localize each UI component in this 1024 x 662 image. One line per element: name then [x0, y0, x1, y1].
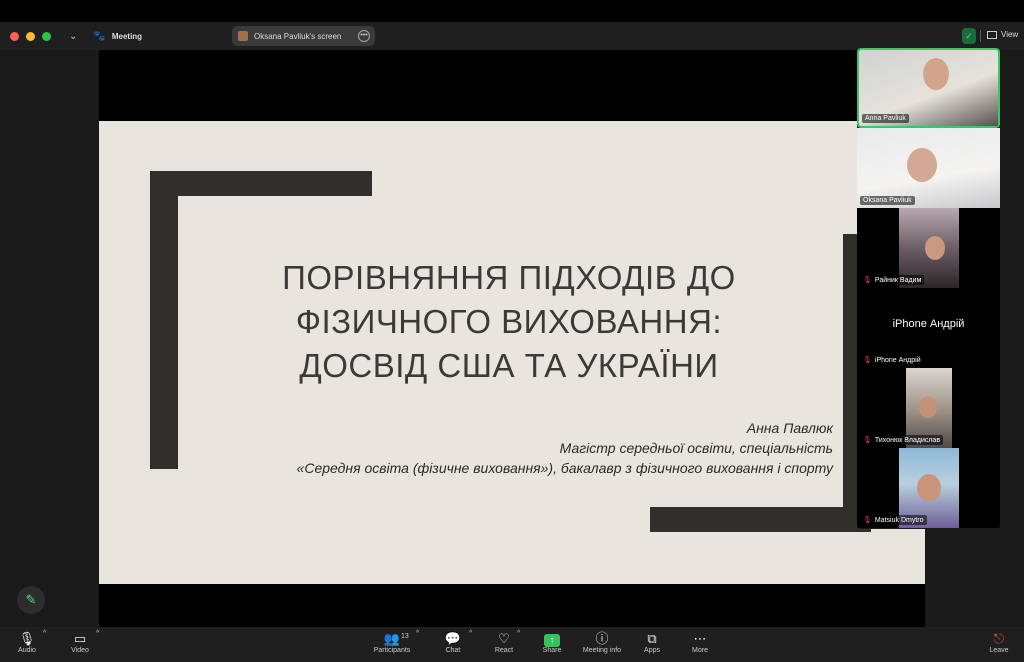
microphone-muted-icon: 🎙	[863, 357, 872, 364]
slide-author-block: Анна Павлюк Магістр середньої освіти, сп…	[297, 418, 833, 478]
react-options-caret[interactable]: ^	[517, 630, 520, 637]
view-label: View	[1001, 30, 1019, 39]
divider	[980, 30, 981, 42]
meeting-info-button[interactable]: ⓘ Meeting info	[578, 630, 626, 654]
leave-icon: ⎋	[993, 631, 1005, 646]
participant-name: Oksana Pavliuk	[863, 197, 912, 204]
close-window-button[interactable]	[10, 31, 19, 41]
video-options-caret[interactable]: ^	[96, 630, 99, 637]
person-silhouette	[919, 396, 937, 418]
screen-share-indicator[interactable]: Oksana Pavliuk's screen •••	[232, 26, 375, 46]
video-label: Video	[71, 647, 89, 654]
participants-count: 13	[401, 633, 409, 640]
video-tile[interactable]: 🎙 Matsiuk Dmytro	[857, 448, 1000, 528]
presentation-slide: ПОРІВНЯННЯ ПІДХОДІВ ДО ФІЗИЧНОГО ВИХОВАН…	[99, 121, 925, 584]
heart-icon: ♡	[498, 631, 510, 646]
participant-name: Тихонюк Владислав	[874, 436, 941, 444]
participants-options-caret[interactable]: ^	[416, 630, 419, 637]
more-options-icon[interactable]: •••	[358, 30, 370, 42]
participant-name-tag: Oksana Pavliuk	[860, 196, 915, 205]
meeting-toolbar: 🎙 Audio ^ ▭ Video ^ 👥 Participants 13 ^ …	[0, 627, 1024, 662]
chat-button[interactable]: 💬 Chat	[441, 630, 465, 654]
share-pill-label: Oksana Pavliuk's screen	[254, 31, 342, 41]
apps-button[interactable]: ⧉ Apps	[638, 630, 666, 654]
chat-bubble-icon: 💬	[444, 631, 462, 646]
more-button[interactable]: ⋯ More	[686, 630, 714, 654]
share-screen-button[interactable]: ↑ Share	[538, 630, 566, 654]
decorative-bar	[150, 171, 178, 469]
share-arrow-icon: ↑	[544, 634, 560, 647]
audio-options-caret[interactable]: ^	[43, 630, 46, 637]
participants-label: Participants	[373, 647, 411, 654]
leave-button[interactable]: ⎋ Leave	[986, 630, 1012, 654]
microphone-muted-icon: 🎙	[863, 437, 872, 444]
participant-name-tag: Anna Pavliuk	[862, 114, 909, 123]
more-dots-icon: ⋯	[693, 631, 707, 646]
window-titlebar: ⌄ 🐾 Meeting Oksana Pavliuk's screen ••• …	[0, 22, 1024, 50]
participant-name-tag: 🎙 Matsiuk Dmytro	[860, 515, 927, 525]
chat-options-caret[interactable]: ^	[469, 630, 472, 637]
person-silhouette	[923, 58, 949, 90]
chat-label: Chat	[445, 647, 461, 654]
more-label: More	[692, 647, 708, 654]
video-button[interactable]: ▭ Video	[66, 630, 94, 654]
person-silhouette	[925, 236, 945, 260]
meeting-info-label: Meeting info	[582, 647, 622, 654]
encryption-shield-icon[interactable]: ✓	[962, 28, 976, 44]
audio-button[interactable]: 🎙 Audio	[14, 630, 40, 654]
slide-title: ПОРІВНЯННЯ ПІДХОДІВ ДО ФІЗИЧНОГО ВИХОВАН…	[282, 259, 736, 384]
participant-name: iPhone Андрій	[874, 356, 921, 364]
microphone-icon: 🎙	[18, 631, 36, 646]
react-label: React	[494, 647, 514, 654]
apps-icon: ⧉	[647, 631, 657, 646]
chevron-down-icon[interactable]: ⌄	[69, 31, 77, 42]
sharer-avatar	[238, 31, 248, 41]
grid-view-icon	[987, 30, 997, 39]
microphone-muted-icon: 🎙	[863, 277, 872, 284]
participant-name-tag: 🎙 Райник Вадим	[860, 275, 925, 285]
apps-label: Apps	[644, 647, 660, 654]
video-tile[interactable]: 🎙 Райник Вадим	[857, 208, 1000, 288]
video-tile[interactable]: Anna Pavliuk	[857, 48, 1000, 128]
video-camera-icon: ▭	[73, 631, 87, 646]
participant-display-name: iPhone Андрій	[892, 318, 965, 330]
video-tile[interactable]: Oksana Pavliuk	[857, 128, 1000, 208]
participant-name-tag: 🎙 iPhone Андрій	[860, 355, 924, 365]
author-degree: Магістр середньої освіти, спеціальність	[559, 440, 833, 456]
video-tile[interactable]: 🎙 Тихонюк Владислав	[857, 368, 1000, 448]
participant-name: Anna Pavliuk	[865, 115, 906, 122]
window-controls	[10, 31, 51, 41]
author-specialty: «Середня освіта (фізичне виховання»), ба…	[296, 460, 833, 476]
annotate-pencil-icon[interactable]: ✎	[17, 586, 45, 614]
decorative-bar	[150, 171, 372, 196]
participant-name: Райник Вадим	[874, 276, 922, 284]
react-button[interactable]: ♡ React	[490, 630, 518, 654]
decorative-bar	[650, 507, 871, 532]
participant-name: Matsiuk Dmytro	[874, 516, 924, 524]
microphone-muted-icon: 🎙	[863, 517, 872, 524]
person-silhouette	[917, 474, 941, 502]
audio-label: Audio	[18, 647, 36, 654]
info-icon: ⓘ	[595, 631, 609, 646]
view-button[interactable]: View	[987, 30, 1018, 39]
meeting-menu[interactable]: 🐾 Meeting	[93, 31, 142, 42]
screen-top-edge	[0, 0, 1024, 22]
participant-name-tag: 🎙 Тихонюк Владислав	[860, 435, 944, 445]
fullscreen-window-button[interactable]	[42, 31, 51, 41]
paw-icon: 🐾	[93, 30, 106, 42]
video-tile[interactable]: iPhone Андрій 🎙 iPhone Андрій	[857, 288, 1000, 368]
person-silhouette	[907, 148, 937, 182]
participant-video-panel[interactable]: Anna Pavliuk Oksana Pavliuk 🎙 Райник Вад…	[857, 48, 1000, 529]
minimize-window-button[interactable]	[26, 31, 35, 41]
leave-label: Leave	[989, 647, 1009, 654]
author-name: Анна Павлюк	[746, 420, 833, 436]
share-label: Share	[542, 647, 562, 654]
meeting-label: Meeting	[111, 31, 143, 41]
